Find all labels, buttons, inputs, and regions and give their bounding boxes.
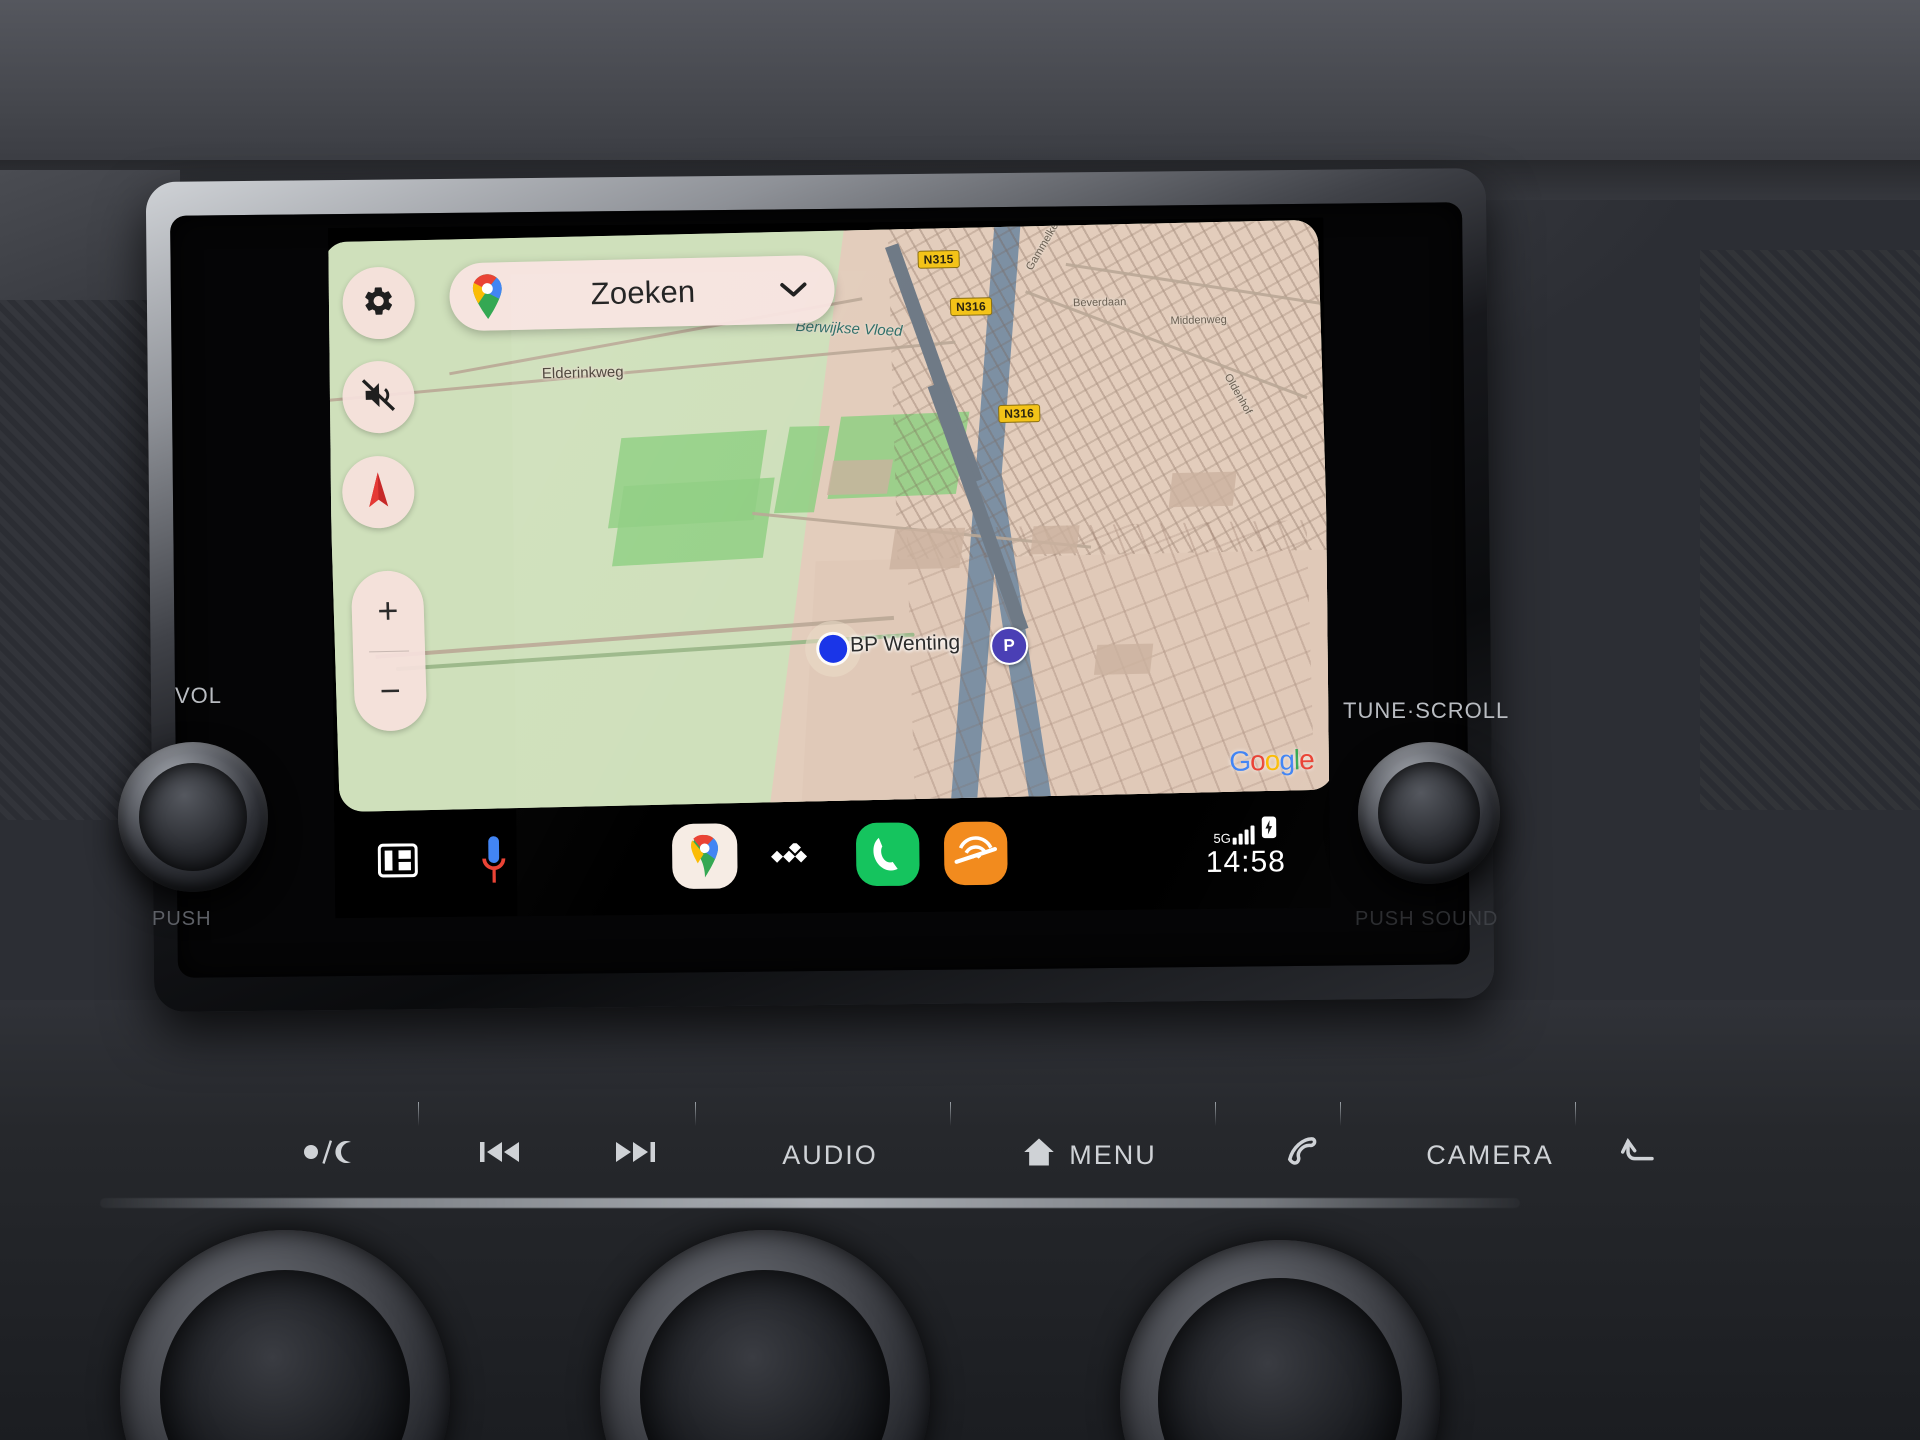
signal-strength-icon: [1232, 825, 1255, 845]
hard-key-audio[interactable]: AUDIO: [705, 1110, 955, 1200]
zoom-out-button[interactable]: −: [353, 650, 427, 732]
dock-item-audible[interactable]: [942, 820, 1009, 892]
road-shield: N315: [917, 249, 960, 269]
phone-icon: [854, 820, 921, 892]
status-bar: 5G 14:58: [1175, 815, 1316, 880]
dock-item-assistant-mic[interactable]: [463, 830, 526, 893]
navigation-arrow-icon: [363, 470, 394, 514]
map-field: [612, 477, 775, 567]
map-building: [1093, 643, 1154, 675]
console-trim-strip: [100, 1198, 1520, 1208]
next-track-icon: [613, 1138, 657, 1173]
volume-knob-label: VOL: [175, 683, 223, 708]
previous-track-icon: [478, 1138, 522, 1173]
google-watermark-letter: o: [1249, 745, 1266, 777]
clock: 14:58: [1205, 845, 1287, 879]
microphone-icon: [481, 834, 508, 889]
dock-item-google-maps[interactable]: [670, 821, 739, 895]
tune-knob-push-label: PUSH SOUND: [1355, 908, 1499, 930]
hard-key-menu[interactable]: MENU: [950, 1110, 1230, 1200]
search-input[interactable]: Zoeken: [507, 272, 779, 314]
map-building: [1030, 525, 1080, 555]
dock-item-split-screen[interactable]: [367, 831, 430, 894]
hard-key-previous-track[interactable]: [440, 1110, 560, 1200]
search-bar[interactable]: Zoeken: [448, 254, 836, 332]
google-watermark: Google: [1229, 744, 1314, 778]
map-building: [889, 527, 966, 570]
hard-key-audio-label: AUDIO: [782, 1139, 878, 1170]
google-watermark-letter: g: [1278, 744, 1295, 776]
dashboard-upper-trim: [0, 0, 1920, 200]
map-building: [1168, 471, 1237, 508]
volume-knob-push-label: PUSH: [152, 908, 212, 930]
tune-scroll-knob[interactable]: [1358, 742, 1500, 884]
google-maps-pin-icon: [467, 272, 508, 321]
infotainment-display[interactable]: Elderinkweg Berwijkse Vloed Middenweg Be…: [328, 217, 1331, 919]
chevron-down-icon[interactable]: [778, 279, 809, 300]
dock-item-phone[interactable]: [854, 820, 921, 892]
head-unit-bezel: Elderinkweg Berwijkse Vloed Middenweg Be…: [145, 168, 1495, 1012]
day-night-icon: [301, 1136, 359, 1175]
back-arrow-icon: [1620, 1136, 1659, 1175]
hard-key-back[interactable]: [1580, 1110, 1700, 1200]
hard-key-camera-label: CAMERA: [1426, 1139, 1554, 1170]
phone-handset-icon: [1280, 1133, 1320, 1178]
home-icon: [1023, 1137, 1055, 1174]
dock-item-tidal[interactable]: [762, 827, 825, 890]
audible-icon: [942, 820, 1009, 892]
hard-key-menu-label: MENU: [1069, 1139, 1157, 1170]
gear-icon: [361, 283, 396, 323]
android-auto-dock[interactable]: 5G 14:58: [334, 805, 1331, 917]
map-building: [826, 459, 894, 495]
map-street-label: Elderinkweg: [541, 363, 624, 383]
google-maps-canvas[interactable]: Elderinkweg Berwijkse Vloed Middenweg Be…: [328, 219, 1331, 813]
poi-label[interactable]: BP Wenting: [850, 631, 961, 657]
battery-charging-icon: [1261, 815, 1278, 844]
google-watermark-letter: G: [1228, 745, 1251, 777]
network-type-label: 5G: [1213, 830, 1231, 846]
dashboard-scene: Elderinkweg Berwijkse Vloed Middenweg Be…: [0, 0, 1920, 1440]
dashboard-right-texture: [1700, 250, 1920, 810]
hard-key-display-day-night[interactable]: [240, 1110, 420, 1200]
tune-scroll-knob-label: TUNE·SCROLL: [1343, 698, 1510, 723]
split-screen-icon: [377, 842, 418, 882]
map-zoom-controls[interactable]: + −: [350, 570, 428, 732]
hard-key-row[interactable]: AUDIO MENU CAMERA: [160, 1102, 1654, 1200]
zoom-in-button[interactable]: +: [351, 570, 425, 652]
map-street-label: Middenweg: [1170, 313, 1228, 328]
google-watermark-letter: o: [1264, 744, 1280, 777]
map-street-label: Beverdaan: [1072, 296, 1127, 310]
google-watermark-letter: e: [1298, 743, 1315, 776]
road-shield: N316: [998, 404, 1041, 424]
google-maps-icon: [670, 821, 739, 895]
tidal-icon: [771, 841, 817, 874]
road-shield: N316: [949, 297, 993, 317]
volume-muted-icon: [360, 376, 397, 418]
blue-dot: [818, 634, 848, 664]
volume-knob[interactable]: [118, 742, 268, 892]
status-icons: 5G: [1175, 815, 1315, 846]
hard-key-next-track[interactable]: [575, 1110, 695, 1200]
